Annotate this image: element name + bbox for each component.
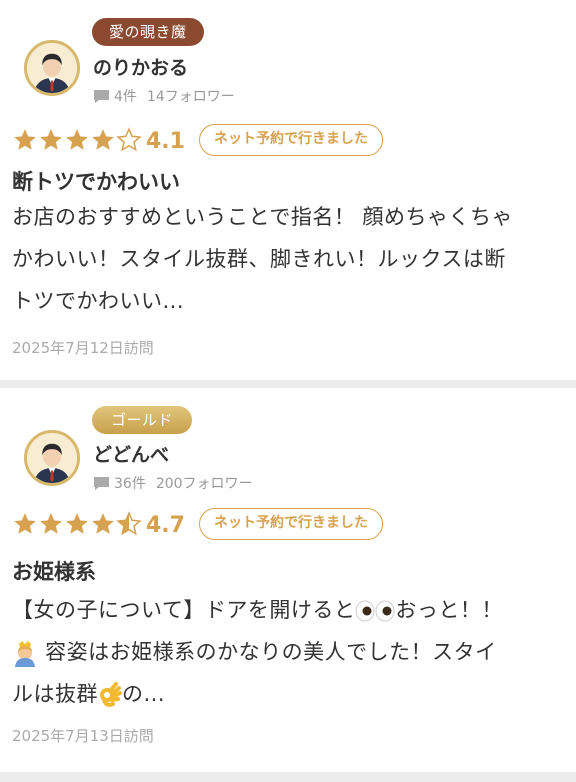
rank-badge: 愛の覗き魔 — [92, 18, 204, 46]
ok-hand-emoji — [100, 682, 122, 707]
star-rating — [12, 127, 142, 153]
star-icon — [14, 129, 36, 150]
star-icon — [66, 513, 88, 534]
username[interactable]: どどんべ — [93, 440, 169, 467]
rating-score: 4.1 — [146, 128, 185, 154]
booking-badge: ネット予約で行きました — [198, 124, 383, 156]
review-title[interactable]: お姫様系 — [12, 556, 96, 586]
review-body-line: お店のおすすめということで指名！ 顔めちゃくちゃ — [12, 205, 514, 229]
review-card: 愛の覗き魔 のりかおる 4件 14フォロワー 4.1 ネット予約で行きました 断… — [0, 0, 576, 380]
review-body-line: ルは抜群 の... — [12, 673, 564, 715]
rating-row: 4.7 ネット予約で行きました — [12, 508, 383, 540]
princess-emoji — [15, 641, 35, 667]
review-title[interactable]: 断トツでかわいい — [12, 166, 180, 196]
divider — [0, 380, 576, 388]
rating-score: 4.7 — [146, 512, 185, 538]
reviewer-stats: 4件 14フォロワー — [93, 86, 235, 106]
review-card: ゴールド どどんべ 36件 200フォロワー 4.7 ネット予約で行きました お… — [0, 388, 576, 772]
booking-badge: ネット予約で行きました — [198, 508, 383, 540]
review-body-text: おっと！！ — [395, 598, 503, 622]
review-body-text: の... — [122, 682, 166, 706]
reviewer-header: 愛の覗き魔 のりかおる 4件 14フォロワー — [12, 0, 564, 110]
star-icon — [40, 513, 62, 534]
star-icon — [92, 129, 114, 150]
visit-date: 2025年7月12日訪問 — [12, 339, 154, 357]
rank-badge: ゴールド — [92, 406, 193, 434]
avatar-icon[interactable] — [24, 40, 80, 96]
eyes-emoji — [355, 600, 395, 622]
star-icon — [40, 129, 62, 150]
review-body-line: トツでかわいい... — [12, 289, 185, 313]
divider — [0, 772, 576, 782]
reviewer-header: ゴールド どどんべ 36件 200フォロワー — [12, 388, 564, 498]
star-half-icon — [116, 511, 142, 536]
comment-icon — [94, 89, 109, 103]
review-body[interactable]: お店のおすすめということで指名！ 顔めちゃくちゃ かわいい！スタイル抜群、脚きれ… — [12, 196, 564, 322]
follower-count[interactable]: 200フォロワー — [156, 473, 253, 493]
review-body-text: 【女の子について】ドアを開けると — [12, 598, 356, 622]
review-body-text: ルは抜群 — [12, 682, 98, 706]
review-body-text: 容姿はお姫様系のかなりの美人でした！スタイ — [38, 640, 497, 664]
review-body-line: 容姿はお姫様系のかなりの美人でした！スタイ — [12, 631, 564, 673]
follower-count[interactable]: 14フォロワー — [147, 86, 235, 106]
star-icon — [14, 513, 36, 534]
avatar-icon[interactable] — [24, 430, 80, 486]
review-body[interactable]: 【女の子について】ドアを開けると おっと！！ 容姿はお姫様系のかなりの美人でした！… — [12, 589, 564, 715]
star-empty-icon — [116, 127, 142, 152]
star-icon — [92, 513, 114, 534]
review-count: 36件 — [114, 476, 146, 492]
username[interactable]: のりかおる — [93, 53, 188, 80]
star-rating — [12, 511, 142, 537]
review-list: 愛の覗き魔 のりかおる 4件 14フォロワー 4.1 ネット予約で行きました 断… — [0, 0, 576, 782]
review-count: 4件 — [114, 89, 137, 105]
comment-icon — [94, 476, 109, 490]
star-icon — [66, 129, 88, 150]
visit-date: 2025年7月13日訪問 — [12, 727, 154, 745]
review-body-line: 【女の子について】ドアを開けると おっと！！ — [12, 589, 564, 631]
reviewer-stats: 36件 200フォロワー — [93, 473, 253, 493]
rating-row: 4.1 ネット予約で行きました — [12, 124, 383, 156]
review-body-line: かわいい！スタイル抜群、脚きれい！ルックスは断 — [12, 247, 506, 271]
